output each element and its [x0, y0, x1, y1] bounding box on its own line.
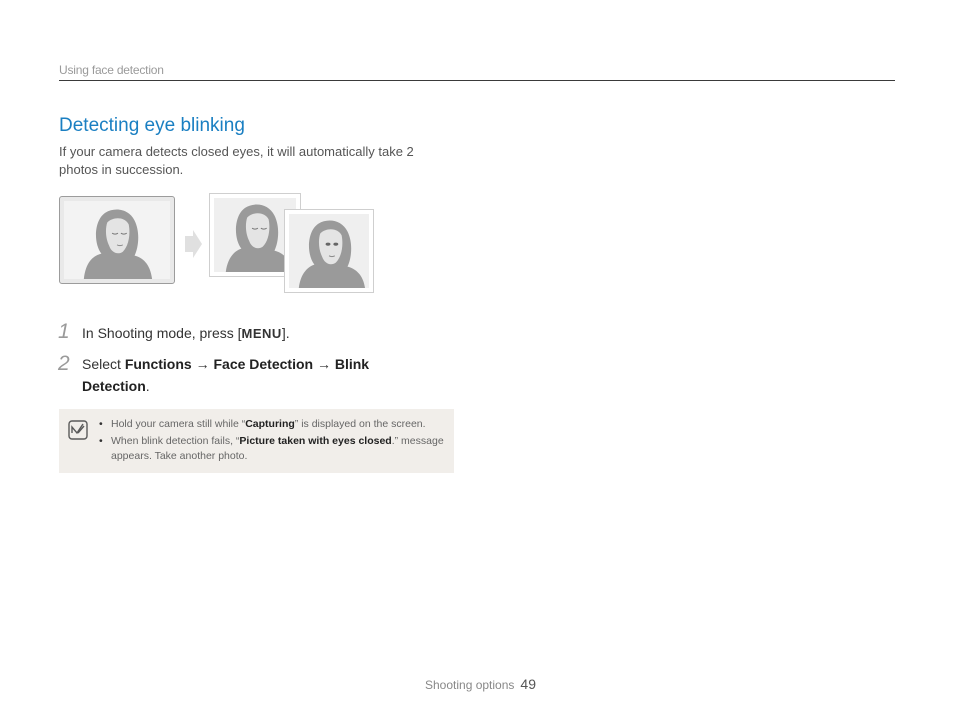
portrait-silhouette-icon — [83, 209, 153, 279]
step-text: Select — [82, 356, 125, 372]
footer-label: Shooting options — [425, 678, 515, 692]
arrow-right-icon — [185, 230, 202, 258]
note-box: Hold your camera still while “Capturing”… — [59, 409, 454, 473]
face-eyes-closed-image — [59, 196, 175, 284]
step-text: . — [145, 378, 150, 394]
note-item: When blink detection fails, “Picture tak… — [99, 434, 444, 464]
arrow-separator: → — [191, 356, 214, 372]
page-number: 49 — [520, 676, 536, 692]
menu-item-functions: Functions — [124, 356, 192, 372]
step-text: ]. — [281, 325, 290, 341]
header-rule — [59, 80, 895, 81]
menu-key-label: MENU — [241, 326, 282, 341]
note-text: ” is displayed on the screen. — [294, 418, 426, 430]
note-pencil-icon — [68, 420, 88, 440]
note-text: When blink detection fails, “ — [111, 435, 240, 447]
face-photo-2 — [284, 209, 374, 293]
section-header: Using face detection — [59, 63, 164, 77]
intro-text: If your camera detects closed eyes, it w… — [59, 144, 414, 177]
portrait-silhouette-icon — [298, 220, 366, 288]
step-2-text: Select Functions → Face Detection → Blin… — [82, 353, 412, 397]
page-title: Detecting eye blinking — [59, 115, 245, 136]
arrow-separator: → — [313, 356, 335, 372]
note-bold-text: Picture taken with eyes closed — [239, 435, 392, 447]
note-item: Hold your camera still while “Capturing”… — [99, 417, 444, 432]
step-number: 2 — [58, 352, 70, 375]
page-footer: Shooting options 49 — [425, 676, 536, 692]
step-number: 1 — [58, 320, 70, 343]
step-1-text: In Shooting mode, press [MENU]. — [82, 322, 290, 345]
note-bold-text: Capturing — [245, 418, 295, 430]
note-list: Hold your camera still while “Capturing”… — [99, 417, 444, 466]
menu-item-face-detection: Face Detection — [213, 356, 314, 372]
note-text: Hold your camera still while “ — [111, 418, 246, 430]
step-text: In Shooting mode, press [ — [82, 325, 242, 341]
